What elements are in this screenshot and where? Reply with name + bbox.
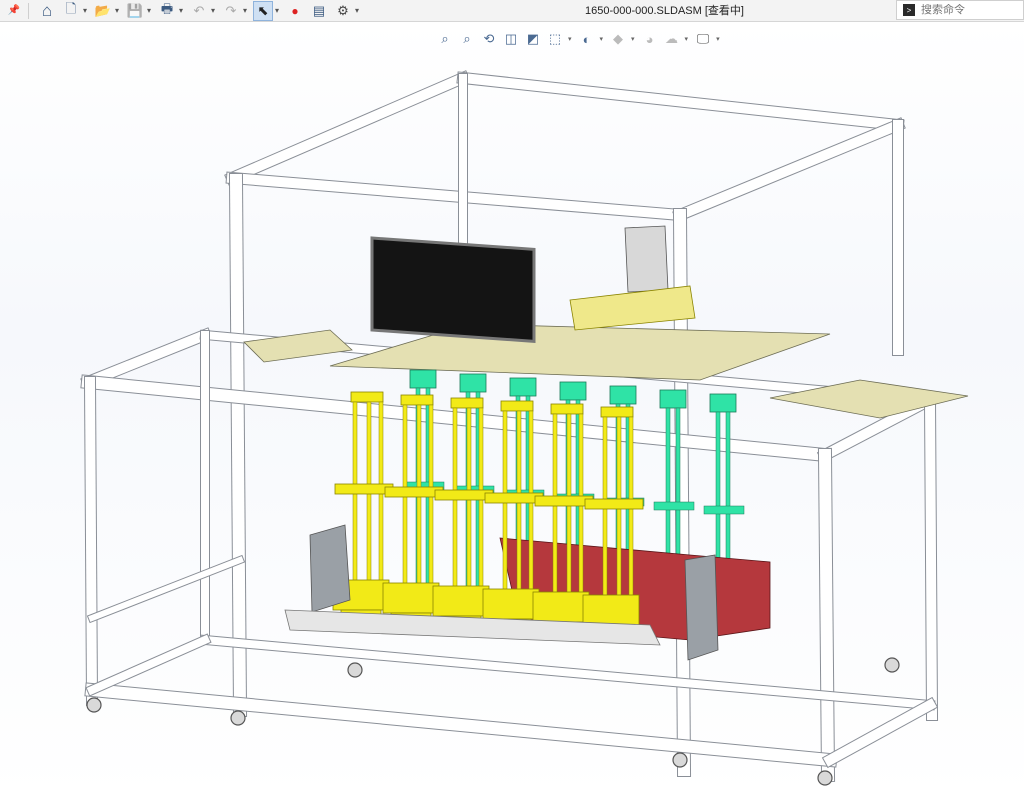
options-dropdown-icon[interactable]: ▾ (353, 1, 361, 21)
print-icon[interactable]: 🖶 (157, 1, 177, 21)
frame-beam (457, 72, 904, 131)
yellow-rod (616, 416, 622, 618)
file-properties-icon[interactable]: ▤ (309, 1, 329, 21)
new-dropdown-icon[interactable]: ▾ (81, 1, 89, 21)
yellow-top-cap (350, 391, 384, 403)
caster-wheel (86, 697, 102, 713)
green-mount (409, 369, 437, 389)
yellow-base (432, 585, 490, 617)
search-commands-input[interactable] (921, 4, 1021, 16)
undo-dropdown-icon[interactable]: ▾ (209, 1, 217, 21)
frame-beam (226, 172, 686, 221)
caster-wheel (672, 752, 688, 768)
yellow-plate (484, 492, 544, 504)
document-title: 1650-000-000.SLDASM [查看中] (585, 5, 744, 17)
frame-beam (823, 698, 937, 767)
yellow-rod (452, 407, 458, 609)
frame-beam (86, 634, 211, 696)
yellow-top-cap (400, 394, 434, 406)
green-mount (609, 385, 637, 405)
frame-beam (673, 118, 905, 222)
yellow-plate (534, 495, 594, 507)
yellow-rod (552, 413, 558, 615)
green-mount (709, 393, 737, 413)
select-icon[interactable]: ⬉ (253, 0, 273, 21)
command-prompt-icon: > (903, 4, 915, 16)
frame-beam (84, 376, 98, 706)
frame-beam (225, 71, 470, 185)
yellow-rod (466, 407, 472, 609)
green-mount (559, 381, 587, 401)
yellow-base (582, 594, 640, 626)
assembly-model[interactable] (0, 22, 1024, 798)
green-mount (459, 373, 487, 393)
yellow-plate (584, 498, 644, 510)
rebuild-icon[interactable]: ● (285, 1, 305, 21)
graphics-viewport[interactable]: ⌕ ⌕ ⟲ ◫ ◩ ▾ ⬚ ▾ ◐ ▾ ◆ ▾ ◕ ☁ ▾ 🖵 ▾ (0, 22, 1024, 798)
yellow-rod (366, 401, 372, 603)
monitor-screen (370, 236, 536, 343)
undo-icon[interactable]: ↶ (189, 1, 209, 21)
redo-icon[interactable]: ↷ (221, 1, 241, 21)
yellow-rod (628, 416, 634, 618)
side-plate-left (243, 329, 353, 363)
yellow-rod (516, 410, 522, 612)
yellow-top-cap (600, 406, 634, 418)
aluminum-frame (80, 70, 939, 783)
save-icon[interactable]: 💾 (125, 1, 145, 21)
yellow-rod (602, 416, 608, 618)
select-dropdown-icon[interactable]: ▾ (273, 1, 281, 21)
yellow-rod (528, 410, 534, 612)
yellow-plate (384, 486, 444, 498)
green-plate (703, 505, 745, 515)
yellow-rod (416, 404, 422, 606)
yellow-rod (352, 401, 358, 603)
yellow-plate (334, 483, 394, 495)
open-dropdown-icon[interactable]: ▾ (113, 1, 121, 21)
bracket-right (684, 554, 719, 661)
gantry-motor (624, 225, 669, 293)
yellow-base (532, 591, 590, 623)
options-gear-icon[interactable]: ⚙ (333, 1, 353, 21)
frame-beam (818, 448, 835, 782)
yellow-base (382, 582, 440, 614)
yellow-rod (428, 404, 434, 606)
yellow-plate (434, 489, 494, 501)
yellow-rod (502, 410, 508, 612)
home-icon[interactable]: ⌂ (37, 1, 57, 21)
frame-beam (88, 556, 244, 622)
pin-icon[interactable]: 📌 (4, 1, 24, 21)
green-mount (509, 377, 537, 397)
open-document-icon[interactable]: 📂 (93, 1, 113, 21)
frame-beam (81, 328, 212, 389)
main-toolbar: 📌 ⌂ 🗋 ▾ 📂 ▾ 💾 ▾ 🖶 ▾ ↶ ▾ ↷ ▾ ⬉ ▾ ● ▤ ⚙ ▾ … (0, 0, 1024, 22)
yellow-rod (578, 413, 584, 615)
redo-dropdown-icon[interactable]: ▾ (241, 1, 249, 21)
yellow-top-cap (550, 403, 584, 415)
yellow-rod (402, 404, 408, 606)
caster-wheel (347, 662, 363, 678)
green-plate (653, 501, 695, 511)
yellow-rod (378, 401, 384, 603)
caster-wheel (230, 710, 246, 726)
new-document-icon[interactable]: 🗋 (61, 1, 81, 21)
caster-wheel (817, 770, 833, 786)
save-dropdown-icon[interactable]: ▾ (145, 1, 153, 21)
toolbar-separator (28, 2, 29, 19)
caster-wheel (884, 657, 900, 673)
bracket-left (309, 524, 351, 613)
frame-beam (85, 683, 837, 767)
frame-beam (924, 394, 938, 721)
yellow-top-cap (450, 397, 484, 409)
green-mount (659, 389, 687, 409)
print-dropdown-icon[interactable]: ▾ (177, 1, 185, 21)
search-commands-box[interactable]: > (896, 0, 1024, 20)
yellow-top-cap (500, 400, 534, 412)
frame-beam (229, 173, 247, 717)
yellow-rod (566, 413, 572, 615)
yellow-rod (478, 407, 484, 609)
yellow-base (482, 588, 540, 620)
